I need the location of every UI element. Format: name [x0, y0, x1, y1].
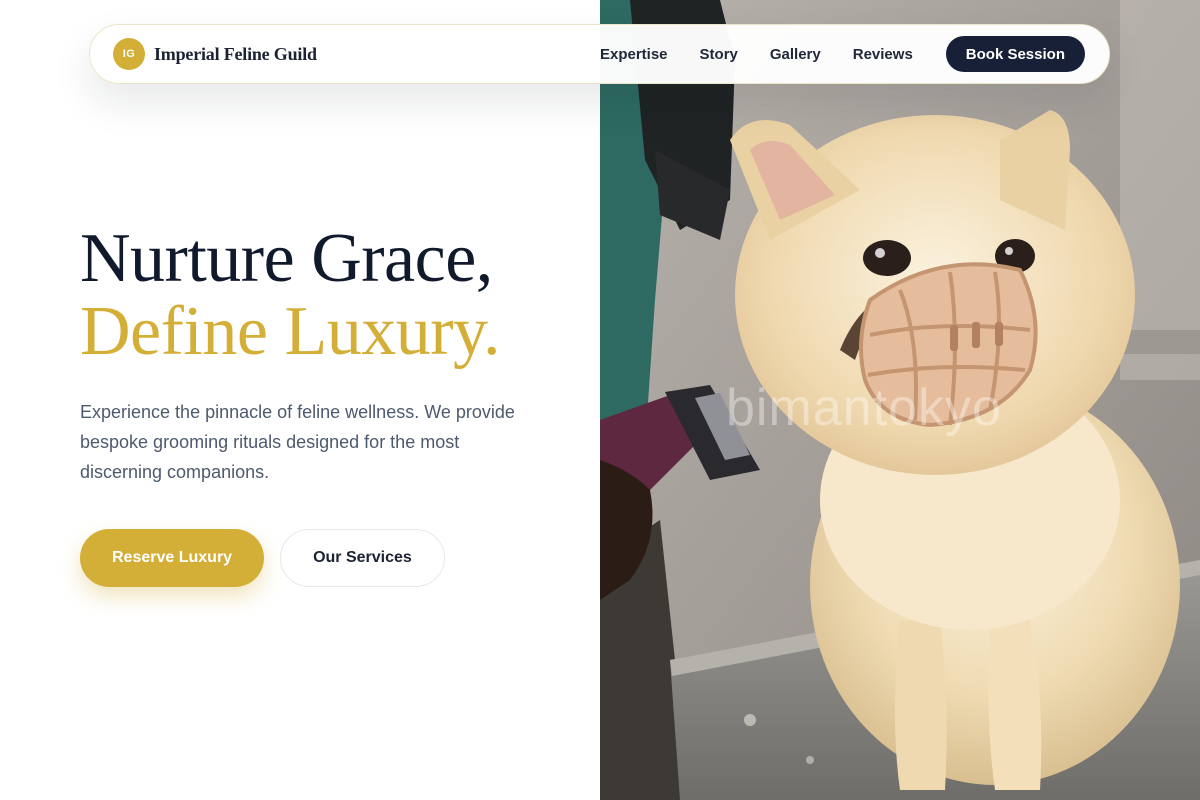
brand[interactable]: IG Imperial Feline Guild [113, 38, 317, 70]
navbar: IG Imperial Feline Guild Expertise Story… [89, 24, 1110, 84]
headline-line-2: Define Luxury. [80, 293, 500, 370]
reserve-luxury-button[interactable]: Reserve Luxury [80, 529, 265, 587]
book-session-button[interactable]: Book Session [945, 36, 1085, 72]
nav-link-story[interactable]: Story [700, 46, 738, 63]
our-services-button[interactable]: Our Services [280, 529, 445, 587]
hero-image: bimantokyo [600, 0, 1200, 800]
nav-link-expertise[interactable]: Expertise [600, 46, 668, 63]
headline-line-1: Nurture Grace, [80, 220, 493, 297]
brand-name[interactable]: Imperial Feline Guild [154, 44, 317, 65]
hero-headline: Nurture Grace, Define Luxury. [80, 222, 580, 368]
hero-cta-row: Reserve Luxury Our Services [80, 529, 580, 587]
groomed-dog-illustration [600, 0, 1200, 800]
nav-link-reviews[interactable]: Reviews [853, 46, 913, 63]
hero-section: Nurture Grace, Define Luxury. Experience… [80, 222, 580, 587]
nav-link-gallery[interactable]: Gallery [770, 46, 821, 63]
hero-description: Experience the pinnacle of feline wellne… [80, 402, 515, 482]
nav-links: Expertise Story Gallery Reviews [600, 46, 913, 63]
logo-icon[interactable]: IG [113, 38, 145, 70]
